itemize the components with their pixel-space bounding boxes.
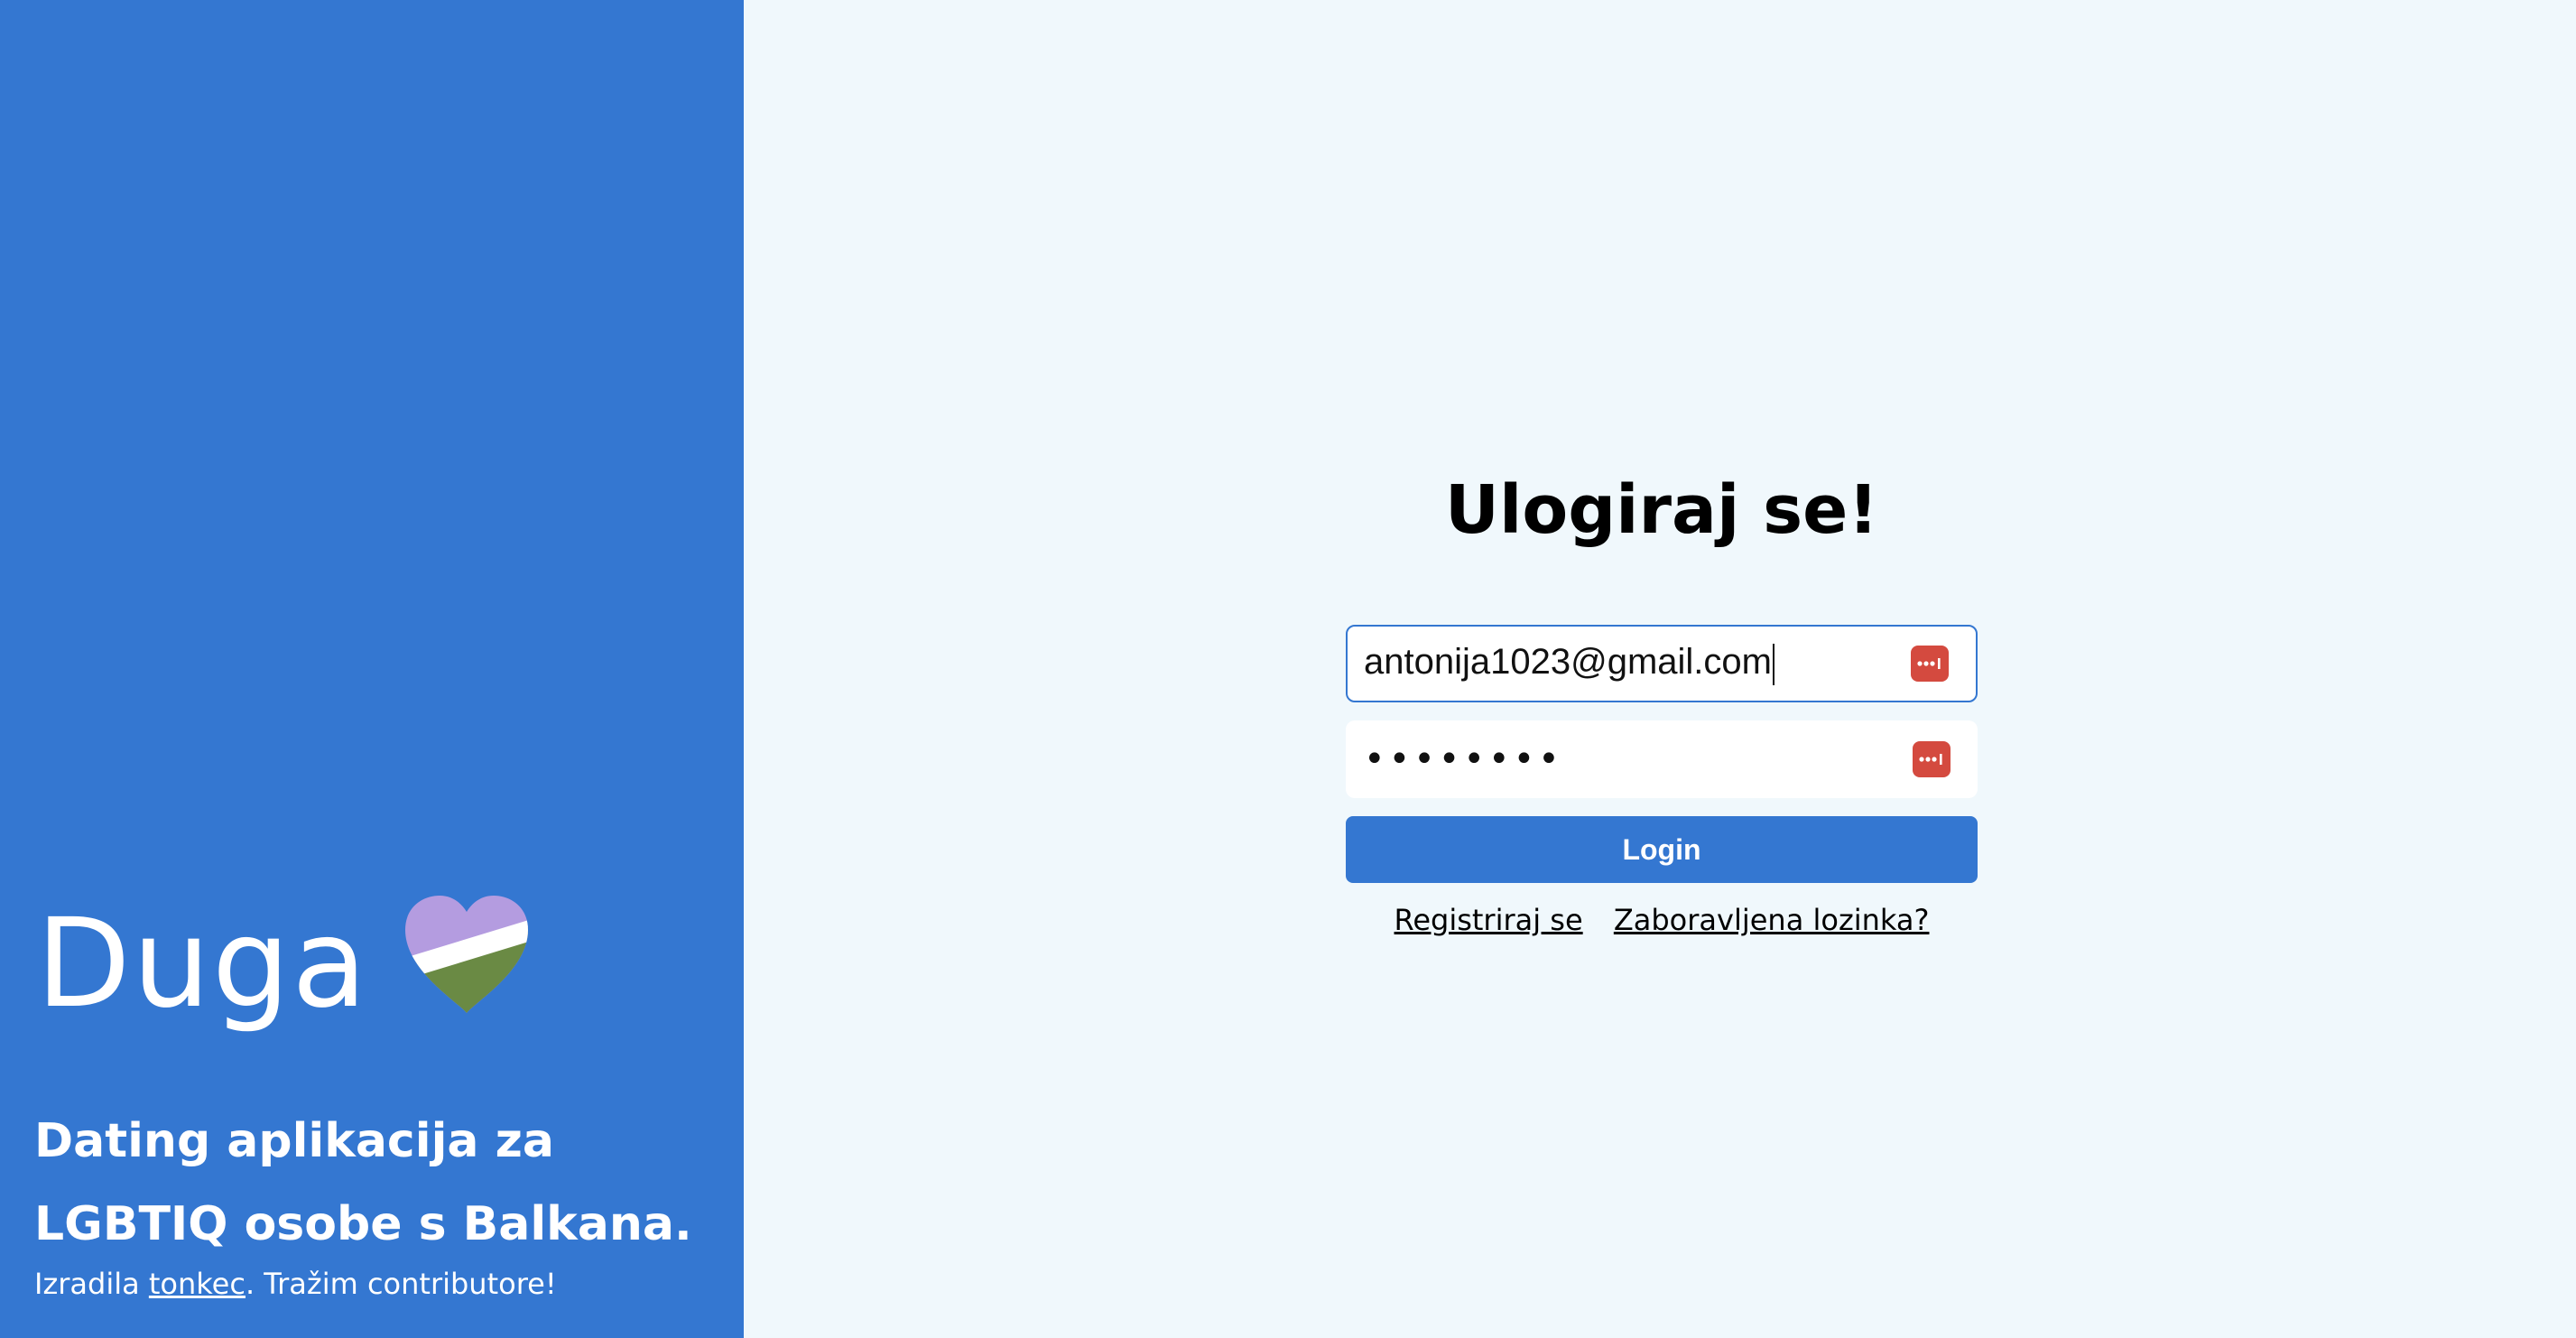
brand-panel: Duga Dating aplikacija za LGBTIQ osobe s… xyxy=(0,0,744,1338)
email-field[interactable]: antonija1023@gmail.com xyxy=(1346,625,1978,702)
password-manager-icon[interactable] xyxy=(1913,741,1951,777)
password-value: •••••••• xyxy=(1364,739,1563,780)
password-manager-icon[interactable] xyxy=(1911,646,1949,682)
text-caret xyxy=(1772,643,1774,685)
password-field[interactable]: •••••••• xyxy=(1346,720,1978,798)
credit-suffix: . Tražim contributore! xyxy=(245,1267,557,1301)
tagline: Dating aplikacija za LGBTIQ osobe s Balk… xyxy=(34,1114,692,1251)
heart-icon xyxy=(402,894,532,1017)
brand-name: Duga xyxy=(36,893,369,1036)
brand: Duga xyxy=(36,893,532,1036)
email-value: antonija1023@gmail.com xyxy=(1348,642,1774,685)
login-form: Ulogiraj se! antonija1023@gmail.com ••••… xyxy=(1346,460,1978,937)
register-link[interactable]: Registriraj se xyxy=(1395,903,1583,937)
page-title: Ulogiraj se! xyxy=(1444,471,1879,549)
auth-links: Registriraj se Zaboravljena lozinka? xyxy=(1346,903,1978,937)
login-panel: Ulogiraj se! antonija1023@gmail.com ••••… xyxy=(744,0,2576,1338)
credit-prefix: Izradila xyxy=(34,1267,149,1301)
login-button[interactable]: Login xyxy=(1346,816,1978,883)
forgot-password-link[interactable]: Zaboravljena lozinka? xyxy=(1614,903,1930,937)
credit-line: Izradila tonkec. Tražim contributore! xyxy=(34,1264,557,1304)
author-link[interactable]: tonkec xyxy=(149,1267,246,1301)
app: Duga Dating aplikacija za LGBTIQ osobe s… xyxy=(0,0,2576,1338)
